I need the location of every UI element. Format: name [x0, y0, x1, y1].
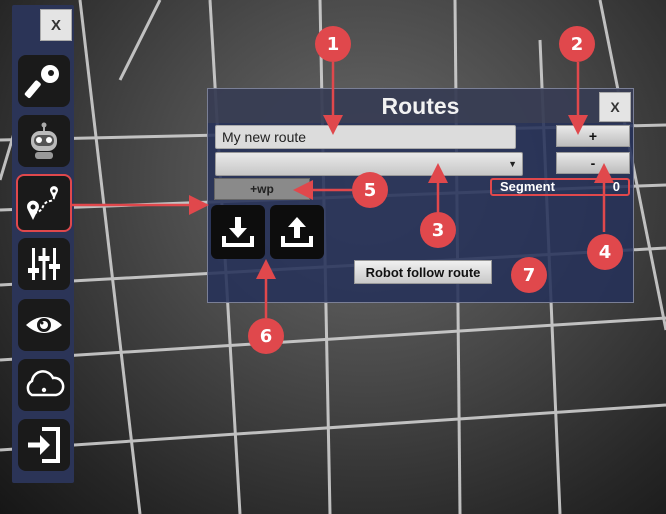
download-icon	[222, 217, 254, 247]
chevron-down-icon: ▼	[508, 159, 517, 169]
upload-route-button[interactable]	[270, 205, 324, 259]
sliders-icon	[28, 248, 60, 280]
remove-route-button[interactable]: -	[556, 152, 630, 174]
exit-button[interactable]	[18, 419, 70, 471]
route-name-input[interactable]	[215, 125, 516, 149]
segment-label: Segment	[500, 179, 555, 194]
key-button[interactable]	[18, 55, 70, 107]
exit-icon	[28, 427, 60, 463]
robot-follow-route-button[interactable]: Robot follow route	[354, 260, 492, 284]
download-route-button[interactable]	[211, 205, 265, 259]
annotation-badge-2: 2	[559, 26, 595, 62]
annotation-badge-4: 4	[587, 234, 623, 270]
segment-value: 0	[612, 179, 620, 194]
annotation-badge-1: 1	[315, 26, 351, 62]
routes-panel: Routes X ▼ + - +wp Segment 0 Robot follo…	[207, 88, 634, 303]
toolbar-close-button[interactable]: X	[40, 9, 72, 41]
panel-title: Routes	[208, 89, 633, 123]
cloud-icon	[26, 370, 65, 397]
annotation-badge-7: 7	[511, 257, 547, 293]
view-button[interactable]	[18, 299, 70, 351]
eye-icon	[26, 317, 62, 333]
add-waypoint-button[interactable]: +wp	[214, 178, 310, 200]
route-button[interactable]	[16, 174, 72, 232]
segment-readout: Segment 0	[490, 178, 630, 196]
route-icon	[27, 186, 58, 220]
robot-icon	[31, 122, 57, 159]
annotation-badge-3: 3	[420, 212, 456, 248]
robot-button[interactable]	[18, 115, 70, 167]
add-route-button[interactable]: +	[556, 125, 630, 147]
key-icon	[24, 65, 59, 98]
settings-button[interactable]	[18, 238, 70, 290]
side-toolbar: X	[12, 5, 74, 483]
annotation-badge-5: 5	[352, 172, 388, 208]
upload-icon	[281, 217, 313, 247]
panel-close-button[interactable]: X	[599, 92, 631, 122]
annotation-badge-6: 6	[248, 318, 284, 354]
cloud-button[interactable]	[18, 359, 70, 411]
